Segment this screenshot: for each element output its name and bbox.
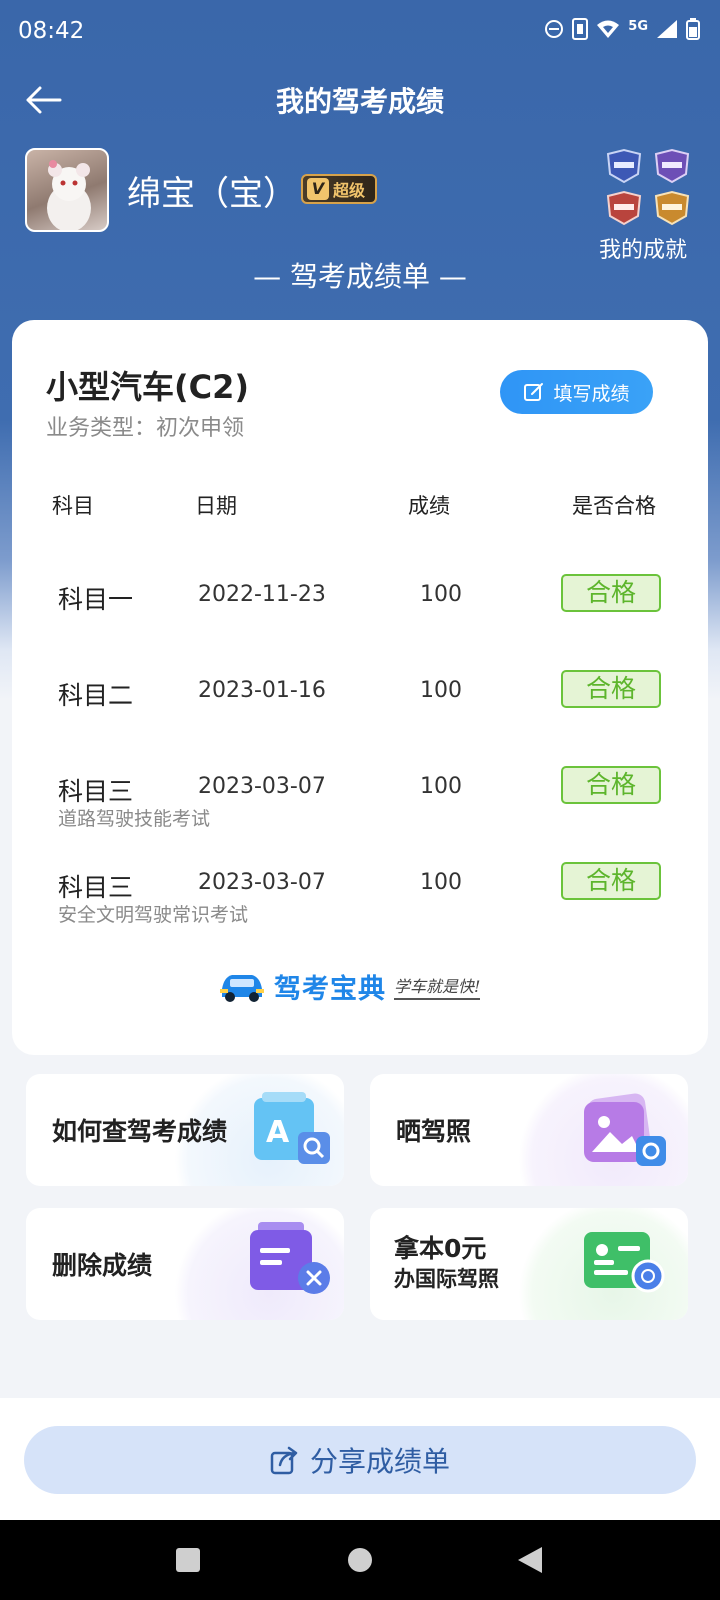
row-score: 100 [420,774,462,799]
row-date: 2023-03-07 [198,774,326,799]
brand-slogan: 学车就是快! [394,973,481,1000]
share-score-button[interactable]: 分享成绩单 [24,1426,696,1494]
share-icon [270,1446,298,1475]
sim-icon [572,18,589,44]
how-to-check-score-tile[interactable]: 如何查驾考成绩 A [26,1074,344,1186]
row-score: 100 [420,870,462,895]
tile-label-line1: 拿本0元 [394,1234,487,1263]
medal-red-icon [606,190,642,226]
pass-badge: 合格 [561,766,661,804]
dnd-icon [544,19,564,43]
tile-label: 如何查驾考成绩 [52,1117,228,1146]
bottom-bar: 分享成绩单 [0,1398,720,1520]
achievement-medals [604,148,698,226]
delete-document-icon [248,1222,336,1302]
search-document-icon: A [248,1092,336,1172]
page-title: 我的驾考成绩 [275,85,444,118]
business-type: 业务类型：初次申领 [46,416,245,441]
vehicle-type: 小型汽车(C2) [46,368,250,406]
license-card-icon [582,1226,670,1306]
table-row: 科目二 2023-01-16 100 合格 [12,664,708,754]
pass-badge: 合格 [561,574,661,612]
header-score: 成绩 [408,494,450,518]
recents-icon[interactable] [176,1548,200,1572]
row-score: 100 [420,678,462,703]
table-row: 科目三 安全文明驾驶常识考试 2023-03-07 100 合格 [12,856,708,946]
fill-score-label: 填写成绩 [553,382,630,405]
header-subject: 科目 [52,494,94,518]
status-bar: 08:42 5G [0,0,720,66]
row-subject: 科目二 [58,681,134,710]
status-time: 08:42 [18,18,85,44]
tile-label: 拿本0元 办国际驾照 [394,1234,499,1294]
row-subject: 科目三 [58,777,134,806]
row-score: 100 [420,582,462,607]
medal-gold-icon [654,190,690,226]
table-header: 科目 日期 成绩 是否合格 [12,490,708,520]
row-subtitle: 道路驾驶技能考试 [58,808,211,830]
vip-label: 超级 [333,181,366,200]
delete-score-tile[interactable]: 删除成绩 [26,1208,344,1320]
svg-text:A: A [266,1115,290,1150]
share-label: 分享成绩单 [309,1445,450,1478]
international-license-tile[interactable]: 拿本0元 办国际驾照 [370,1208,688,1320]
wifi-icon [596,19,620,43]
nav-bar: 我的驾考成绩 [0,66,720,136]
show-license-tile[interactable]: 晒驾照 [370,1074,688,1186]
status-icons: 5G [544,18,700,44]
table-row: 科目一 2022-11-23 100 合格 [12,568,708,658]
system-navigation-bar [0,1520,720,1600]
medal-purple-icon [654,148,690,184]
tile-label: 删除成绩 [52,1251,153,1280]
row-subject: 科目一 [58,585,134,614]
row-subject: 科目三 [58,873,134,902]
achievements-button[interactable]: 我的成就 [588,148,698,264]
tile-label-line2: 办国际驾照 [394,1267,499,1291]
edit-icon [524,383,544,401]
battery-icon [686,18,700,44]
username: 绵宝（宝） [127,174,297,214]
row-subtitle: 安全文明驾驶常识考试 [58,904,249,926]
row-date: 2023-03-07 [198,870,326,895]
header-date: 日期 [195,494,237,518]
table-row: 科目三 道路驾驶技能考试 2023-03-07 100 合格 [12,760,708,850]
fill-score-button[interactable]: 填写成绩 [500,370,653,414]
brand-logo: 驾考宝典 学车就是快! [218,966,481,1006]
tile-label: 晒驾照 [396,1117,472,1146]
home-icon[interactable] [348,1548,372,1572]
vip-badge[interactable]: V 超级 [301,174,377,204]
row-date: 2023-01-16 [198,678,326,703]
medal-blue-icon [606,148,642,184]
signal-icon [656,19,678,43]
car-logo-icon [220,975,264,1002]
score-card: 小型汽车(C2) 业务类型：初次申领 填写成绩 科目 日期 成绩 是否合格 科目… [12,320,708,1055]
header-pass: 是否合格 [572,494,656,518]
vip-letter: V [307,178,329,200]
brand-name: 驾考宝典 [274,973,386,1005]
pass-badge: 合格 [561,670,661,708]
pass-badge: 合格 [561,862,661,900]
avatar[interactable] [25,148,109,232]
network-type: 5G [628,18,648,34]
sheet-title: — 驾考成绩单 — [253,260,467,293]
row-date: 2022-11-23 [198,582,326,607]
photo-camera-icon [580,1092,668,1172]
back-nav-icon[interactable] [518,1547,542,1573]
